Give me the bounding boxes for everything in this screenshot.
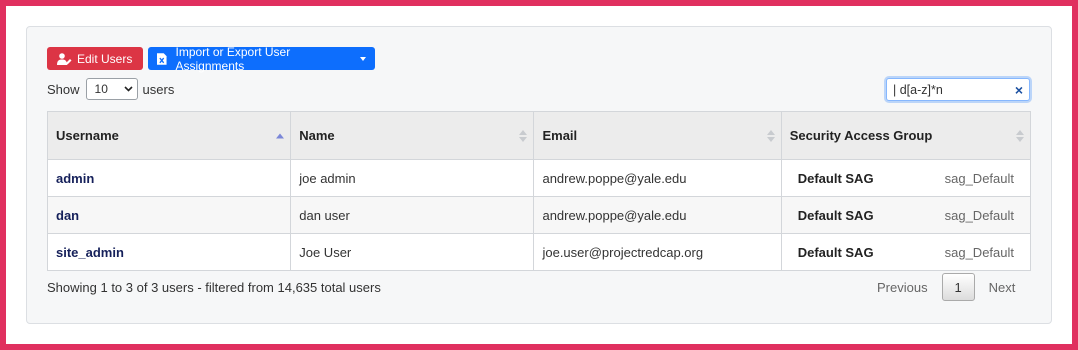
name-cell: Joe User xyxy=(290,233,535,271)
chevron-down-icon xyxy=(360,56,366,61)
page-length-control: Show 10 users xyxy=(47,78,174,100)
file-excel-icon xyxy=(157,52,167,65)
search-input[interactable]: | d[a-z]*n × xyxy=(886,78,1030,101)
edit-users-label: Edit Users xyxy=(77,51,133,66)
email-cell: andrew.poppe@yale.edu xyxy=(533,196,782,234)
sag-cell: Default SAG sag_Default xyxy=(780,159,1032,197)
username-cell: dan xyxy=(46,196,292,234)
sag-id: sag_Default xyxy=(944,244,1014,260)
sort-icon xyxy=(766,129,775,142)
column-header-security-access-group[interactable]: Security Access Group xyxy=(780,111,1032,160)
email-cell: joe.user@projectredcap.org xyxy=(533,233,782,271)
sag-name: Default SAG xyxy=(797,244,874,260)
username-link[interactable]: admin xyxy=(56,171,94,186)
toolbar: Edit Users Import or Export User Assignm… xyxy=(47,44,375,73)
table-info-text: Showing 1 to 3 of 3 users - filtered fro… xyxy=(47,280,381,295)
table-row: site_admin Joe User joe.user@projectredc… xyxy=(46,233,1032,271)
username-link[interactable]: dan xyxy=(56,208,79,223)
clear-search-icon[interactable]: × xyxy=(1015,82,1023,98)
page-length-select[interactable]: 10 xyxy=(85,78,138,100)
table-row: dan dan user andrew.poppe@yale.edu Defau… xyxy=(46,196,1032,234)
username-cell: site_admin xyxy=(46,233,292,271)
pagination: Previous 1 Next xyxy=(863,273,1029,301)
sag-id: sag_Default xyxy=(944,170,1014,186)
users-label: users xyxy=(142,81,175,97)
sag-id: sag_Default xyxy=(944,207,1014,223)
table-row: admin joe admin andrew.poppe@yale.edu De… xyxy=(46,159,1032,197)
column-header-username[interactable]: Username xyxy=(46,111,292,160)
username-cell: admin xyxy=(46,159,292,197)
column-header-email[interactable]: Email xyxy=(533,111,782,160)
import-export-label: Import or Export User Assignments xyxy=(175,44,291,73)
pagination-previous[interactable]: Previous xyxy=(863,280,942,295)
sort-icon xyxy=(1016,129,1024,142)
name-cell: joe admin xyxy=(290,159,535,197)
edit-users-button[interactable]: Edit Users xyxy=(47,47,143,70)
page-length-value: 10 xyxy=(94,82,108,96)
sort-ascending-icon xyxy=(276,133,285,138)
username-link[interactable]: site_admin xyxy=(56,245,124,260)
chevron-down-icon xyxy=(123,86,133,92)
pagination-page-1[interactable]: 1 xyxy=(941,273,975,301)
sag-cell: Default SAG sag_Default xyxy=(780,233,1032,271)
users-table: Username Name Email Security Access Grou… xyxy=(46,111,1032,271)
sag-name: Default SAG xyxy=(797,207,874,223)
show-label: Show xyxy=(47,81,80,97)
name-cell: dan user xyxy=(290,196,535,234)
import-export-dropdown-button[interactable]: Import or Export User Assignments xyxy=(148,44,375,73)
search-value: | d[a-z]*n xyxy=(893,82,943,97)
user-edit-icon xyxy=(57,52,72,65)
email-cell: andrew.poppe@yale.edu xyxy=(533,159,782,197)
column-header-name[interactable]: Name xyxy=(290,111,535,160)
pagination-next[interactable]: Next xyxy=(975,280,1030,295)
sag-name: Default SAG xyxy=(797,170,874,186)
sag-cell: Default SAG sag_Default xyxy=(780,196,1032,234)
user-assignments-panel: Edit Users Import or Export User Assignm… xyxy=(26,26,1052,324)
sort-icon xyxy=(519,129,528,142)
table-header-row: Username Name Email Security Access Grou… xyxy=(46,111,1032,160)
